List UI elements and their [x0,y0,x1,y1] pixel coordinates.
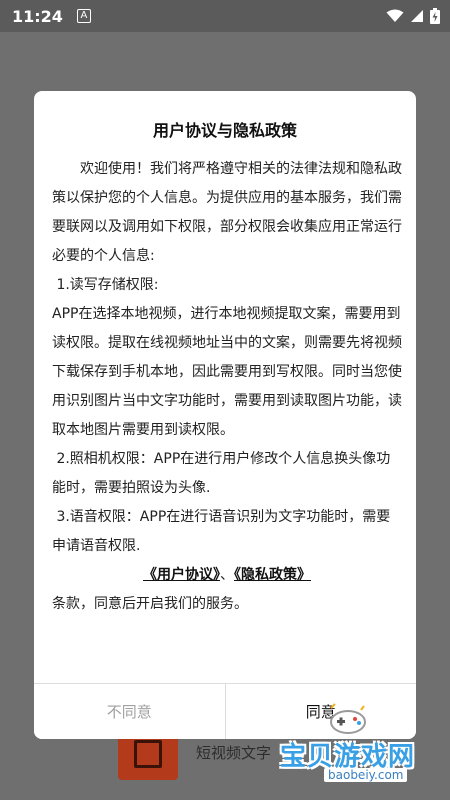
status-bar: 11:24 A [0,0,450,32]
battery-icon [430,8,440,24]
dialog-body: 欢迎使用！我们将严格遵守相关的法律法规和隐私政策以保护您的个人信息。为提供应用的… [52,155,402,619]
dialog-title: 用户协议与隐私政策 [152,121,297,140]
document-icon [134,740,162,768]
gamepad-logo-icon [330,703,366,734]
notification-icon: A [76,9,91,23]
permission-camera: 2.照相机权限：APP在进行用户修改个人信息换头像功能时，需要拍照设为头像. [52,451,391,496]
status-icons [386,8,440,24]
watermark-url: baobeiy.com [324,768,408,782]
permission-voice: 3.语音权限：APP在进行语音识别为文字功能时，需要申请语音权限. [52,509,391,554]
user-agreement-link[interactable]: 《用户协议》 [143,567,220,583]
background-app-label: 短视频文字 [196,744,272,762]
permission-storage-title: 1.读写存储权限: [56,277,159,293]
policy-links: 《用户协议》、《隐私政策》 [52,561,402,590]
intro-text: 欢迎使用！我们将严格遵守相关的法律法规和隐私政策以保护您的个人信息。为提供应用的… [52,161,402,264]
permission-storage-body: APP在选择本地视频，进行本地视频提取文案，需要用到读权限。提取在线视频地址当中… [52,306,402,438]
status-time: 11:24 [12,6,63,26]
disagree-button[interactable]: 不同意 [34,684,226,739]
closing-text: 条款，同意后开启我们的服务。 [52,596,248,612]
watermark: 宝贝游戏网 baobeiy.com [272,700,450,790]
wifi-icon [386,9,404,22]
background-app-icon [118,732,178,780]
privacy-policy-link[interactable]: 《隐私政策》 [234,567,311,583]
signal-icon [411,10,423,22]
link-separator: 、 [220,567,234,583]
privacy-dialog: 用户协议与隐私政策 欢迎使用！我们将严格遵守相关的法律法规和隐私政策以保护您的个… [34,91,416,739]
